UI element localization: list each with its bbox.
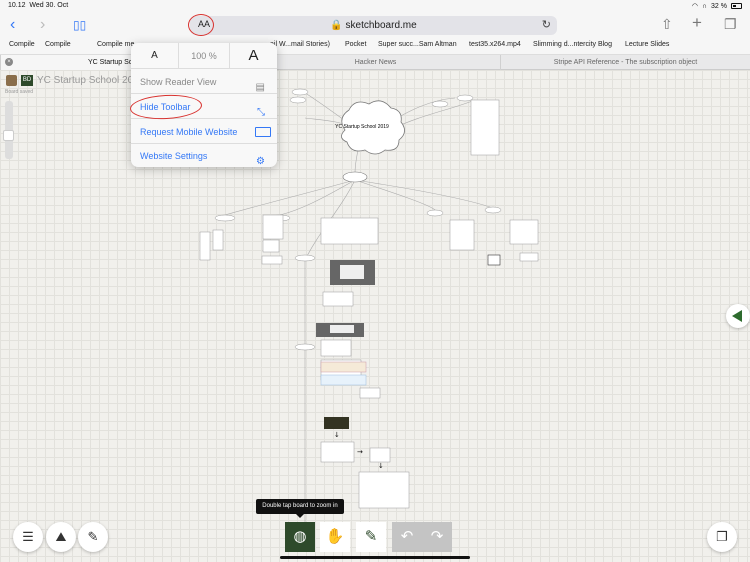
avatar[interactable] — [6, 75, 17, 86]
browser-toolbar: ‹ › ▯▯ AA 🔒 sketchboard.me ↻ ⇧ + ❐ — [0, 12, 750, 38]
comment-icon: ✎ — [87, 529, 99, 544]
mobile-icon — [255, 127, 271, 137]
increase-font-button[interactable]: A — [229, 43, 277, 69]
book-icon — [487, 254, 501, 266]
navigate-tool-button[interactable]: ◍ — [285, 522, 315, 552]
wifi-icon: ◠ — [691, 3, 698, 10]
favorite-link[interactable]: Lecture Slides — [625, 41, 669, 48]
board-title[interactable]: YC Startup School 2019 — [37, 75, 144, 86]
tab-stripe-api[interactable]: Stripe API Reference - The subscription … — [500, 55, 750, 70]
headphones-icon: ∩ — [702, 2, 708, 10]
mindmap-diagram[interactable]: YC Startup School 2019 ↓ → ↓ — [0, 70, 750, 562]
status-bar: 10.12 Wed 30. Oct ◠ ∩ 32 % — [0, 0, 750, 12]
image-card — [324, 417, 349, 429]
annotation-circle-aa — [188, 14, 214, 36]
show-reader-view-item[interactable]: Show Reader View ▤ — [131, 70, 277, 94]
request-mobile-website-item[interactable]: Request Mobile Website — [131, 120, 277, 144]
pencil-icon: ✎ — [364, 528, 378, 545]
favorite-link[interactable]: ail W...mail Stories) — [270, 41, 330, 48]
svg-text:↓: ↓ — [334, 431, 340, 439]
svg-text:→: → — [357, 448, 363, 456]
user-initials[interactable]: BD — [21, 75, 33, 86]
favorite-link[interactable]: test35.x264.mp4 — [469, 41, 521, 48]
chat-button[interactable]: ❐ — [707, 522, 737, 552]
decrease-font-button[interactable]: A — [131, 43, 179, 69]
back-button[interactable]: ‹ — [10, 16, 15, 34]
undo-button[interactable]: ↶ — [392, 522, 422, 552]
status-right: ◠ ∩ 32 % — [692, 2, 742, 10]
status-time: 10.12 Wed 30. Oct — [8, 2, 69, 9]
home-indicator — [280, 556, 470, 559]
lock-icon: 🔒 — [330, 20, 343, 31]
forward-button[interactable]: › — [40, 16, 45, 34]
favorites-bar: Compile Compile Compile me ail W...mail … — [0, 38, 750, 54]
chat-bubbles-icon: ❐ — [716, 529, 728, 544]
expand-panel-button[interactable] — [726, 304, 750, 328]
redo-icon: ↷ — [430, 528, 444, 545]
draw-tool-button[interactable]: ✎ — [356, 522, 386, 552]
share-icon[interactable]: ⇧ — [661, 16, 673, 33]
battery-icon — [731, 3, 742, 9]
image-export-button[interactable]: ⛰ — [46, 522, 76, 552]
stack-icon: ☰ — [22, 529, 34, 544]
url-text: 🔒 sketchboard.me — [330, 20, 417, 31]
favorite-link[interactable]: Pocket — [345, 41, 366, 48]
favorite-link[interactable]: Compile me — [97, 41, 134, 48]
undo-icon: ↶ — [400, 528, 414, 545]
center-node-label: YC Startup School 2019 — [335, 124, 389, 130]
zoom-tooltip: Double tap board to zoom in — [256, 499, 344, 518]
svg-text:↓: ↓ — [378, 462, 384, 470]
close-tab-icon[interactable]: × — [5, 58, 13, 66]
reload-icon[interactable]: ↻ — [542, 18, 551, 31]
tabs-overview-icon[interactable]: ❐ — [724, 16, 737, 33]
globe-icon: ◍ — [293, 528, 307, 545]
comments-button[interactable]: ✎ — [78, 522, 108, 552]
new-tab-icon[interactable]: + — [692, 13, 702, 33]
tab-hacker-news[interactable]: Hacker News — [250, 55, 500, 70]
bookmarks-icon[interactable]: ▯▯ — [73, 16, 86, 34]
favorite-link[interactable]: Compile — [9, 41, 35, 48]
hand-icon: ✋ — [325, 528, 345, 545]
website-settings-item[interactable]: Website Settings ⚙ — [131, 144, 277, 168]
zoom-slider-thumb[interactable] — [3, 130, 14, 141]
battery-percent: 32 % — [711, 2, 727, 10]
board-list-button[interactable]: ☰ — [13, 522, 43, 552]
image-icon: ⛰ — [55, 529, 67, 544]
redo-button[interactable]: ↷ — [422, 522, 452, 552]
board-header: BD YC Startup School 2019 — [6, 75, 144, 86]
favorite-link[interactable]: Super succ...Sam Altman — [378, 41, 457, 48]
mindmap-node — [342, 171, 368, 183]
zoom-level: 100 % — [191, 51, 217, 61]
board-saved-status: Board saved — [5, 89, 34, 95]
address-bar[interactable]: AA 🔒 sketchboard.me ↻ — [190, 16, 557, 35]
favorite-link[interactable]: Compile — [45, 41, 71, 48]
font-size-row: A 100 % A — [131, 43, 277, 69]
tab-bar: × YC Startup School 2019 Hacker News Str… — [0, 54, 750, 70]
settings-gear-icon: ⚙ — [256, 156, 265, 167]
favorite-link[interactable]: Slimming d...ntercity Blog — [533, 41, 612, 48]
pan-tool-button[interactable]: ✋ — [320, 522, 350, 552]
